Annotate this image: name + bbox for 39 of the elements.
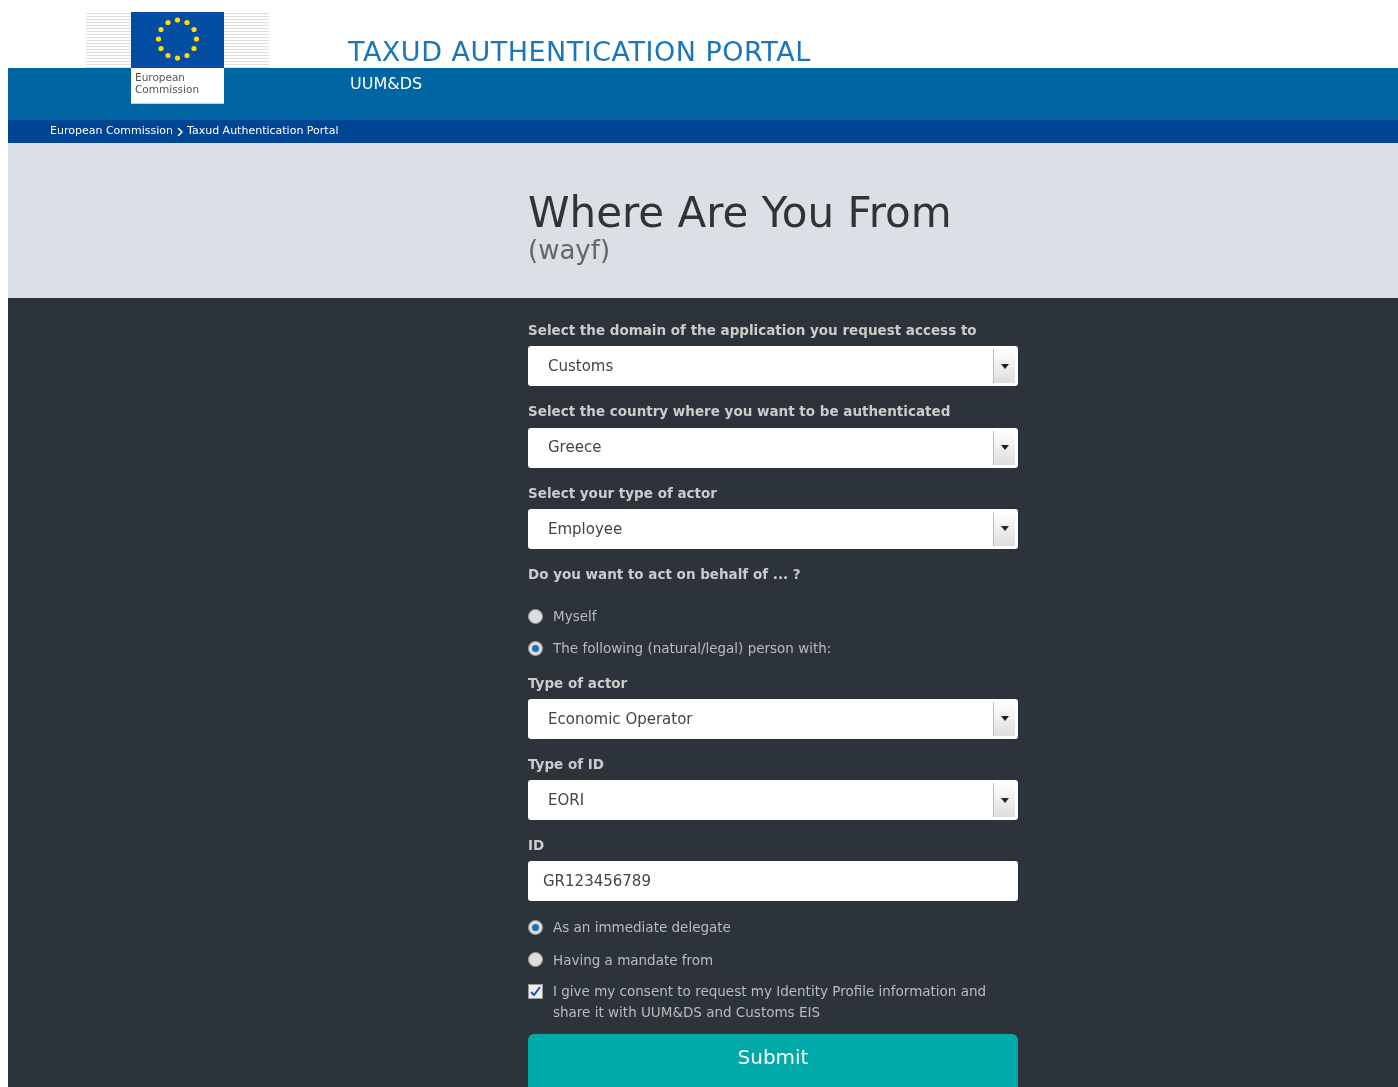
field-label: Select the country where you want to be authenticated xyxy=(528,402,952,422)
radio-label: Myself xyxy=(553,607,597,626)
radio-label: As an immediate delegate xyxy=(553,918,731,938)
radio-button[interactable] xyxy=(528,608,543,624)
portal-title: TAXUD AUTHENTICATION PORTAL xyxy=(348,35,811,69)
checkbox-label: I give my consent to request my Identity Profile information and share it with UUM&DS and Customs EIS xyxy=(553,981,988,1022)
decorative-lines-drawing xyxy=(86,12,131,68)
select-value: Economic Operator xyxy=(548,708,693,730)
page-title: Where Are You From xyxy=(528,190,953,236)
field-label: Select your type of actor xyxy=(528,483,718,503)
select-value: Employee xyxy=(548,518,623,540)
select-field[interactable]: Employee xyxy=(528,508,1018,549)
select-field[interactable]: EORI xyxy=(528,780,1018,820)
logo-text: European Commission xyxy=(131,68,224,104)
select-value: Greece xyxy=(548,437,602,459)
page-subtitle: (wayf) xyxy=(528,236,612,264)
portal-subtitle: UUM&DS xyxy=(350,73,423,95)
field-label: Type of ID xyxy=(528,754,605,774)
field-label: Select the domain of the application you request access to xyxy=(528,321,978,340)
radio-button[interactable] xyxy=(528,640,543,656)
field-label: Do you want to act on behalf of ... ? xyxy=(528,564,802,584)
breadcrumb-separator-icon xyxy=(177,127,183,136)
eu-flag-icon xyxy=(131,12,224,68)
decorative-lines-drawing xyxy=(224,12,269,68)
select-value: EORI xyxy=(548,789,585,811)
radio-label: Having a mandate from xyxy=(553,950,714,970)
select-value: Customs xyxy=(548,356,614,377)
breadcrumb-link[interactable]: Taxud Authentication Portal xyxy=(187,123,339,140)
breadcrumb-link[interactable]: European Commission xyxy=(50,123,173,140)
select-field[interactable]: Greece xyxy=(528,427,1018,468)
field-label: ID xyxy=(528,836,546,855)
radio-button[interactable] xyxy=(528,952,543,968)
field-label: Type of actor xyxy=(528,673,629,693)
select-field[interactable]: Customs xyxy=(528,346,1018,387)
text-input-field[interactable]: GR123456789 xyxy=(528,861,1018,902)
radio-button[interactable] xyxy=(528,919,543,935)
checkbox[interactable] xyxy=(528,983,543,999)
select-field[interactable]: Economic Operator xyxy=(528,698,1018,739)
radio-label: The following (natural/legal) person with: xyxy=(553,639,832,659)
